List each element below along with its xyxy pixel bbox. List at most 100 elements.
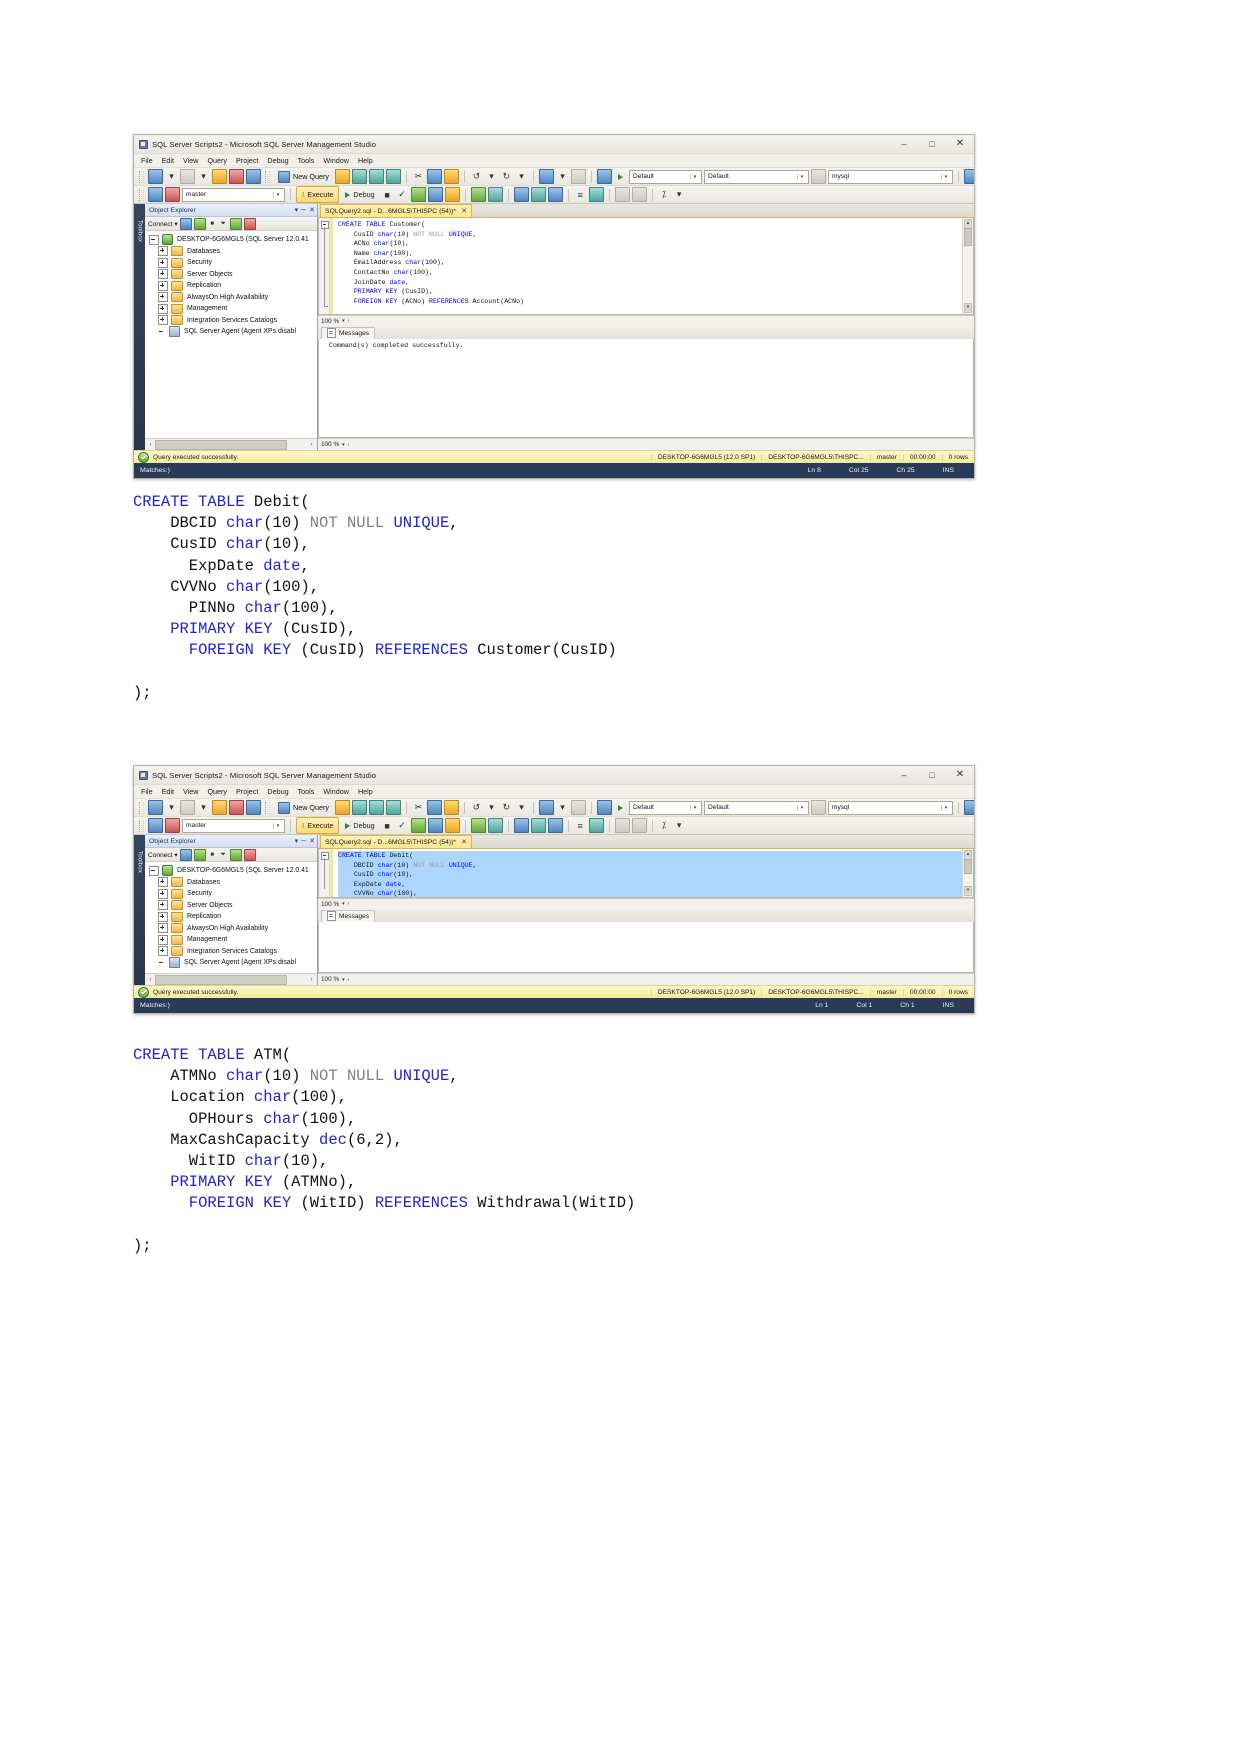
more-tools-icon[interactable] bbox=[810, 800, 826, 815]
messages-pane[interactable]: Command(s) completed successfully. bbox=[318, 338, 974, 438]
analysis-dmx-query-icon[interactable] bbox=[368, 169, 384, 184]
chevron-down-icon[interactable]: ▾ bbox=[342, 318, 345, 324]
solution-config-combo[interactable]: Default ▾ bbox=[628, 169, 702, 184]
help-icon[interactable] bbox=[243, 217, 256, 230]
pin-icon[interactable]: ─ bbox=[301, 838, 306, 845]
messages-zoom-level[interactable]: 100 % bbox=[321, 976, 339, 983]
database-engine-query-icon[interactable] bbox=[334, 169, 350, 184]
expand-icon[interactable] bbox=[158, 877, 168, 888]
scroll-thumb[interactable] bbox=[964, 228, 972, 246]
comment-icon[interactable] bbox=[547, 187, 563, 202]
editor-zoom-level[interactable]: 100 % bbox=[321, 318, 339, 325]
tree-node-databases[interactable]: Databases bbox=[149, 246, 317, 258]
scroll-thumb[interactable] bbox=[155, 974, 287, 985]
expand-icon[interactable] bbox=[158, 303, 168, 314]
uncomment-icon[interactable]: ⁒ bbox=[658, 188, 671, 201]
disconnect-icon[interactable] bbox=[165, 818, 180, 833]
chevron-down-icon[interactable]: ▾ bbox=[165, 170, 178, 183]
object-explorer-tree[interactable]: DESKTOP-6G6MGL5 (SQL Server 12.0.41 Data… bbox=[145, 231, 317, 438]
disconnect-icon[interactable] bbox=[165, 187, 180, 202]
ssms-window-1[interactable]: SQL Server Scripts2 - Microsoft SQL Serv… bbox=[133, 134, 975, 479]
sql-editor[interactable]: CREATE TABLE Customer( CusID char(10) NO… bbox=[318, 217, 974, 315]
solution-config-combo[interactable]: Default ▾ bbox=[628, 800, 702, 815]
expand-icon[interactable] bbox=[158, 911, 168, 922]
indent-icon[interactable] bbox=[614, 818, 630, 833]
align-icon[interactable]: ≡ bbox=[574, 188, 587, 201]
pin-icon[interactable]: ─ bbox=[301, 207, 306, 214]
toolbar-grip[interactable] bbox=[265, 801, 270, 814]
menu-item-window[interactable]: Window bbox=[323, 156, 349, 165]
expand-icon[interactable] bbox=[158, 246, 168, 257]
scroll-left-icon[interactable]: ‹ bbox=[348, 442, 350, 448]
analysis-dmx-query-icon[interactable] bbox=[368, 800, 384, 815]
indent-icon[interactable] bbox=[614, 187, 630, 202]
comment-icon[interactable] bbox=[547, 818, 563, 833]
expand-icon[interactable] bbox=[158, 923, 168, 934]
close-icon[interactable]: ✕ bbox=[946, 135, 974, 153]
sql-code-text[interactable]: CREATE TABLE Debit( DBCID char(10) NOT N… bbox=[333, 849, 962, 897]
tree-node-server-objects[interactable]: Server Objects bbox=[149, 269, 317, 281]
connect-icon[interactable] bbox=[148, 187, 163, 202]
tree-node-server[interactable]: DESKTOP-6G6MGL5 (SQL Server 12.0.41 bbox=[149, 865, 317, 877]
minimize-icon[interactable]: – bbox=[890, 766, 918, 784]
project-combo[interactable]: mysql ▾ bbox=[827, 169, 953, 184]
scroll-down-icon[interactable]: ▾ bbox=[964, 885, 972, 896]
connect-icon[interactable] bbox=[148, 818, 163, 833]
menu-item-tools[interactable]: Tools bbox=[298, 156, 315, 165]
more-tools-icon[interactable] bbox=[810, 169, 826, 184]
chevron-down-icon[interactable]: ▾ bbox=[197, 170, 210, 183]
include-client-statistics-icon[interactable] bbox=[470, 187, 486, 202]
tab-sqlquery2[interactable]: SQLQuery2.sql - D...6MGL5\THISPC (54))* … bbox=[320, 204, 472, 217]
tree-node-management[interactable]: Management bbox=[149, 303, 317, 315]
editor-vscrollbar[interactable]: ▴ ▾ bbox=[962, 849, 973, 897]
expand-icon[interactable] bbox=[158, 280, 168, 291]
specify-values-icon[interactable] bbox=[588, 187, 604, 202]
maximize-icon[interactable]: □ bbox=[918, 135, 946, 153]
filter-icon[interactable]: ⏷ bbox=[219, 219, 228, 228]
tree-node-server[interactable]: DESKTOP-6G6MGL5 (SQL Server 12.0.41 bbox=[149, 234, 317, 246]
include-actual-plan-icon[interactable] bbox=[444, 818, 460, 833]
outdent-icon[interactable] bbox=[631, 187, 647, 202]
tree-node-integration-services[interactable]: Integration Services Catalogs bbox=[149, 946, 317, 958]
tree-node-replication[interactable]: Replication bbox=[149, 280, 317, 292]
collapse-icon[interactable] bbox=[149, 865, 159, 876]
find-icon[interactable] bbox=[596, 169, 612, 184]
chevron-down-icon[interactable]: ▾ bbox=[197, 801, 210, 814]
results-to-grid-icon[interactable] bbox=[487, 187, 503, 202]
query-options-icon[interactable] bbox=[427, 187, 443, 202]
undo-icon[interactable]: ↺ bbox=[470, 801, 483, 814]
scroll-thumb[interactable] bbox=[964, 859, 972, 874]
stop-icon[interactable]: ■ bbox=[381, 819, 394, 832]
display-estimated-plan-icon[interactable] bbox=[410, 818, 426, 833]
include-actual-plan-icon[interactable] bbox=[444, 187, 460, 202]
redo-icon[interactable]: ↻ bbox=[500, 801, 513, 814]
expand-icon[interactable] bbox=[158, 900, 168, 911]
menu-item-view[interactable]: View bbox=[183, 787, 198, 796]
solution-platform-combo[interactable]: Default ▾ bbox=[703, 800, 809, 815]
help-icon[interactable] bbox=[243, 848, 256, 861]
maximize-icon[interactable]: □ bbox=[918, 766, 946, 784]
toolbar-grip[interactable] bbox=[139, 819, 144, 832]
results-to-grid-icon[interactable] bbox=[487, 818, 503, 833]
menu-item-project[interactable]: Project bbox=[236, 787, 258, 796]
database-combo[interactable]: master ▾ bbox=[182, 187, 285, 202]
chevron-down-icon[interactable]: ▾ bbox=[165, 801, 178, 814]
expand-icon[interactable] bbox=[158, 292, 168, 303]
menu-item-query[interactable]: Query bbox=[207, 787, 227, 796]
disconnect-object-explorer-icon[interactable] bbox=[193, 848, 206, 861]
solution-platform-combo[interactable]: Default ▾ bbox=[703, 169, 809, 184]
step-into-icon[interactable] bbox=[963, 169, 974, 184]
include-client-statistics-icon[interactable] bbox=[470, 818, 486, 833]
chevron-down-icon[interactable]: ▾ bbox=[342, 442, 345, 448]
toolbar-grip[interactable] bbox=[265, 170, 270, 183]
uncomment-icon[interactable]: ⁒ bbox=[658, 819, 671, 832]
scroll-thumb[interactable] bbox=[155, 439, 287, 450]
undo-icon[interactable]: ↺ bbox=[470, 170, 483, 183]
scroll-right-icon[interactable]: › bbox=[307, 977, 316, 983]
navigate-backward-icon[interactable] bbox=[538, 169, 554, 184]
copy-icon[interactable] bbox=[426, 800, 442, 815]
execute-button[interactable]: ! Execute bbox=[296, 186, 340, 203]
tree-node-integration-services[interactable]: Integration Services Catalogs bbox=[149, 315, 317, 327]
object-explorer-tree[interactable]: DESKTOP-6G6MGL5 (SQL Server 12.0.41 Data… bbox=[145, 862, 317, 973]
save-icon[interactable] bbox=[229, 800, 244, 815]
